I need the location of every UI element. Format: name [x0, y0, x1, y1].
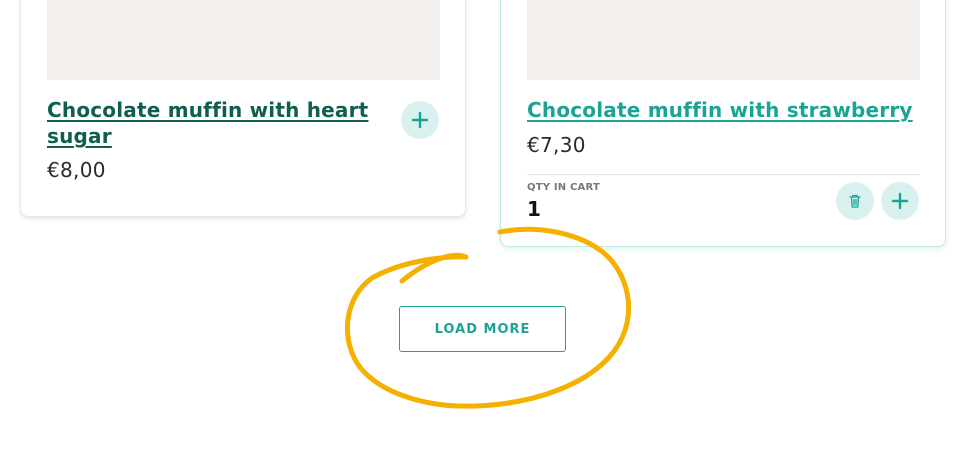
trash-icon [849, 194, 861, 208]
product-title-link[interactable]: Chocolate muffin with strawberry [527, 97, 927, 123]
divider [527, 174, 920, 175]
plus-icon [891, 192, 909, 210]
load-more-button[interactable]: LOAD MORE [399, 306, 566, 352]
product-card: Chocolate muffin with heart sugar €8,00 [20, 0, 466, 217]
product-price: €7,30 [527, 133, 586, 157]
product-image[interactable] [47, 0, 440, 80]
product-title-link[interactable]: Chocolate muffin with heart sugar [47, 97, 397, 149]
add-to-cart-button[interactable] [881, 182, 919, 220]
product-image[interactable] [527, 0, 920, 80]
product-listing: Chocolate muffin with heart sugar €8,00 … [0, 0, 968, 462]
product-card: Chocolate muffin with strawberry €7,30 Q… [500, 0, 946, 247]
remove-from-cart-button[interactable] [836, 182, 874, 220]
plus-icon [411, 111, 429, 129]
product-price: €8,00 [47, 158, 106, 182]
qty-in-cart-label: QTY IN CART [527, 182, 600, 193]
add-to-cart-button[interactable] [401, 101, 439, 139]
qty-in-cart-value: 1 [527, 197, 541, 221]
